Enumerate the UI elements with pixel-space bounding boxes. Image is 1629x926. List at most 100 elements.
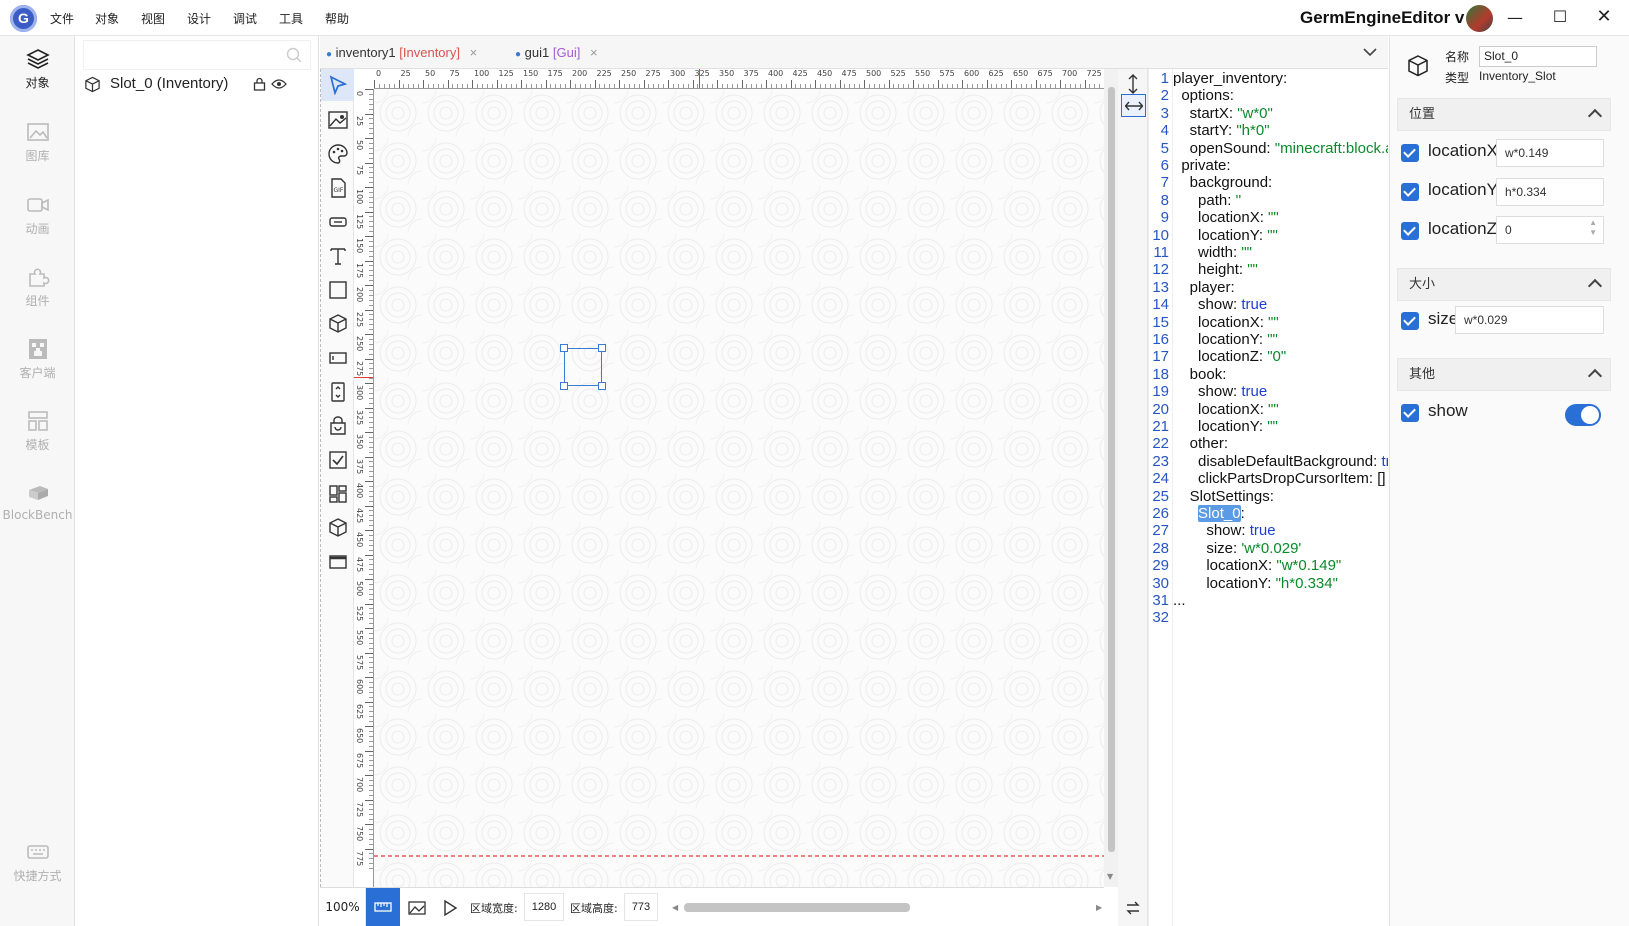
nav-templates[interactable]: 模板 [0,398,75,470]
show-toggle[interactable] [1565,404,1601,426]
section-size-header[interactable]: 大小 [1397,268,1611,301]
dashboard-icon[interactable] [327,483,349,505]
locationY-input[interactable]: h*0.334 [1496,178,1604,206]
section-position-header[interactable]: 位置 [1397,98,1611,131]
scrollbar-thumb[interactable] [1108,87,1115,852]
nav-components[interactable]: 组件 [0,254,75,326]
name-input[interactable]: Slot_0 [1479,46,1597,67]
model-tool-icon[interactable] [327,517,349,539]
scroll-left-icon[interactable]: ◀ [672,903,678,912]
image-tool-icon[interactable] [327,109,349,131]
palette-icon[interactable] [327,143,349,165]
area-width-input[interactable]: 1280 [524,893,564,921]
search-icon[interactable] [286,47,302,63]
nav-blockbench[interactable]: BlockBench [0,470,75,542]
code-line[interactable]: ... [1173,592,1186,609]
code-line[interactable]: private: [1173,157,1230,174]
chevron-down-icon[interactable] [1362,46,1378,58]
code-line[interactable]: locationZ: "0" [1173,348,1286,365]
background-image-icon[interactable] [408,900,426,916]
code-line[interactable]: size: 'w*0.029' [1173,540,1301,557]
nav-gallery[interactable]: 图库 [0,109,75,181]
tab-inventory1[interactable]: ● inventory1 [Inventory] × [326,36,516,69]
code-line[interactable]: locationX: "" [1173,209,1279,226]
nav-objects[interactable]: 对象 [0,36,75,108]
code-line[interactable]: locationY: "" [1173,331,1278,348]
scroll-down-icon[interactable]: ▼ [1107,872,1113,881]
code-line[interactable]: startY: "h*0" [1173,122,1270,139]
lock-icon[interactable] [253,77,266,91]
resize-handle[interactable] [560,382,568,390]
code-line[interactable]: width: "" [1173,244,1252,261]
nav-animation[interactable]: 动画 [0,182,75,254]
zoom-level[interactable]: 100% [320,888,366,926]
code-line[interactable]: locationX: "" [1173,314,1279,331]
code-line[interactable]: show: true [1173,296,1267,313]
tab-close-icon[interactable]: × [590,45,598,60]
menu-debug[interactable]: 调试 [233,10,257,27]
code-line[interactable]: show: true [1173,383,1267,400]
button-tool-icon[interactable] [327,211,349,233]
rectangle-tool-icon[interactable] [327,279,349,301]
checkbox-tool-icon[interactable] [327,449,349,471]
outline-search-box[interactable] [83,40,311,70]
scroll-right-icon[interactable]: ▶ [1096,903,1102,912]
code-line[interactable]: locationX: "" [1173,401,1279,418]
ruler-toggle-button[interactable] [366,888,400,926]
code-line[interactable]: disableDefaultBackground: tr [1173,453,1388,470]
bag-icon[interactable] [327,415,349,437]
resize-handle[interactable] [560,344,568,352]
size-checkbox[interactable] [1401,312,1419,330]
stepper-arrows-icon[interactable]: ▲ ▼ [1589,218,1597,238]
menu-design[interactable]: 设计 [187,10,211,27]
outline-item-slot-0[interactable]: Slot_0 (Inventory) [75,72,319,98]
locationZ-checkbox[interactable] [1401,222,1419,240]
code-line[interactable]: locationY: "" [1173,418,1278,435]
locationY-checkbox[interactable] [1401,183,1419,201]
scroll-tool-icon[interactable] [327,381,349,403]
canvas-tool-icon[interactable] [327,551,349,573]
code-line[interactable]: openSound: "minecraft:block.a [1173,140,1388,157]
slot-0-element[interactable] [560,344,606,390]
resize-handle[interactable] [598,344,606,352]
tab-close-icon[interactable]: × [470,45,478,60]
yaml-code-editor[interactable]: 1 2 3 4 5 6 7 8 9 10 11 12 13 14 15 16 17 18 19 20 21 22 23 24 2… [1148,69,1388,926]
outline-search-input[interactable] [88,41,278,67]
code-line[interactable]: path: '' [1173,192,1241,209]
select-tool[interactable] [321,69,354,101]
play-icon[interactable] [442,899,458,917]
locationZ-stepper[interactable]: 0 ▲ ▼ [1496,216,1604,244]
horizontal-scrollbar-thumb[interactable] [684,903,910,912]
slot-tool-icon[interactable] [327,313,349,335]
menu-view[interactable]: 视图 [141,10,165,27]
show-checkbox[interactable] [1401,404,1419,422]
design-canvas[interactable] [374,89,1104,887]
resize-handle[interactable] [598,382,606,390]
vertical-split-icon[interactable] [1126,74,1140,94]
eye-icon[interactable] [271,78,287,90]
menu-file[interactable]: 文件 [50,10,74,27]
locationX-input[interactable]: w*0.149 [1496,139,1604,167]
area-height-input[interactable]: 773 [624,893,658,921]
code-line[interactable]: locationY: "h*0.334" [1173,575,1338,592]
locationX-checkbox[interactable] [1401,144,1419,162]
code-line[interactable]: player_inventory: [1173,70,1287,87]
code-line[interactable]: height: "" [1173,261,1258,278]
minimize-icon[interactable]: — [1505,8,1525,27]
text-tool-icon[interactable] [327,245,349,267]
code-line[interactable]: show: true [1173,522,1275,539]
tab-gui1[interactable]: ● gui1 [Gui] × [515,36,635,69]
avatar[interactable] [1466,5,1493,32]
close-icon[interactable]: ✕ [1594,6,1614,27]
section-other-header[interactable]: 其他 [1397,358,1611,391]
maximize-icon[interactable]: ☐ [1550,7,1570,26]
code-line[interactable]: background: [1173,174,1273,191]
input-tool-icon[interactable] [327,347,349,369]
code-line[interactable]: locationY: "" [1173,227,1278,244]
nav-client[interactable]: 客户端 [0,326,75,398]
code-line[interactable]: clickPartsDropCursorItem: [] [1173,470,1386,487]
code-line[interactable]: Slot_0: [1173,505,1245,522]
code-line[interactable]: SlotSettings: [1173,488,1274,505]
gif-icon[interactable]: GIF [327,177,349,199]
menu-object[interactable]: 对象 [95,10,119,27]
